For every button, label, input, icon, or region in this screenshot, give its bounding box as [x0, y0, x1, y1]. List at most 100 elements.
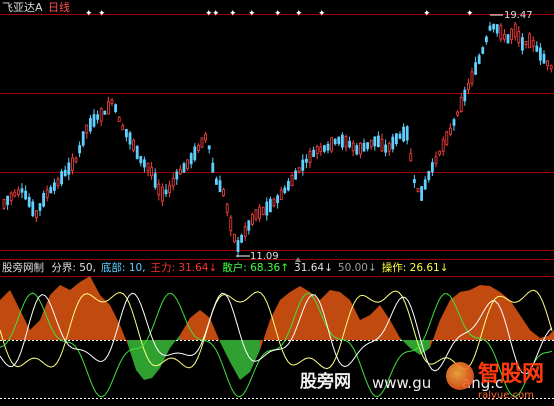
signal-star: ✦ — [423, 9, 431, 19]
candle-body — [132, 139, 136, 151]
candle-body — [117, 116, 121, 123]
legend-item: 操作: 26.61↓ — [382, 262, 449, 274]
candle-body — [92, 114, 96, 127]
candle-body — [175, 171, 179, 180]
fill-segment-positive — [330, 290, 340, 340]
candle-body — [103, 110, 107, 115]
candle-body — [513, 23, 517, 38]
candle-body — [521, 37, 524, 51]
candle-body — [441, 139, 445, 152]
signal-star: ✦ — [229, 9, 237, 19]
legend-key: 散户: — [222, 262, 251, 274]
legend-item: 底部: 10, — [101, 262, 146, 274]
candle-body — [448, 127, 452, 135]
legend-value: 10, — [128, 262, 146, 274]
candle-body — [31, 201, 35, 217]
candle-body — [258, 206, 262, 219]
candle-body — [85, 124, 89, 134]
candle-body — [312, 149, 316, 158]
watermark-brand-url: ralyue.com — [478, 390, 534, 401]
candle-body — [427, 170, 431, 181]
candle-body — [423, 179, 427, 190]
candle-body — [405, 126, 409, 141]
candle-body — [348, 140, 352, 148]
candle-body — [528, 33, 531, 49]
candle-body — [71, 157, 74, 171]
candle-body — [297, 167, 301, 173]
candle-body — [484, 36, 488, 43]
candle-body — [373, 136, 377, 147]
candle-body — [535, 45, 539, 52]
candle-body — [125, 128, 128, 138]
candle-body — [398, 133, 402, 139]
candle-body — [481, 47, 485, 54]
candle-body — [20, 188, 24, 193]
indicator-name[interactable]: 股旁网制 — [2, 262, 44, 274]
candle-body — [384, 144, 388, 153]
stock-name: 飞亚达A — [2, 1, 43, 14]
candle-body — [78, 145, 81, 154]
fill-segment-positive — [470, 285, 480, 340]
candle-body — [495, 24, 499, 34]
legend-value: 68.36↑ — [250, 262, 290, 274]
candle-body — [53, 182, 56, 191]
candle-body — [135, 145, 139, 160]
fill-segment-positive — [340, 292, 350, 340]
candle-body — [63, 169, 67, 177]
candle-body — [81, 131, 85, 146]
candle-body — [358, 142, 362, 155]
candle-body — [56, 178, 60, 187]
candle-body — [45, 189, 49, 198]
legend-item: 分界: 50, — [51, 262, 96, 274]
candle-body — [74, 157, 78, 163]
candle-body — [499, 25, 503, 40]
candle-body — [474, 62, 478, 75]
candle-body — [308, 150, 312, 164]
candle-body — [456, 111, 460, 116]
candle-body — [89, 118, 92, 132]
candle-body — [463, 89, 467, 102]
candle-body — [304, 158, 308, 163]
candle-body — [114, 104, 117, 112]
signal-star: ✦ — [318, 9, 326, 19]
candle-body — [276, 195, 280, 204]
candle-body — [142, 159, 146, 168]
legend-item: 王力: 31.64↓ — [151, 262, 218, 274]
candle-body — [294, 170, 298, 180]
legend-key: 操作: — [381, 262, 410, 274]
fill-segment-negative — [144, 340, 152, 380]
candle-body — [214, 178, 218, 185]
candle-body — [452, 119, 456, 126]
legend-value: 50.00↓ — [337, 262, 377, 274]
candle-body — [157, 183, 161, 196]
candle-body — [49, 187, 53, 194]
candle-body — [394, 133, 398, 145]
period-label[interactable]: 日线 — [48, 1, 70, 14]
high-price-label: 19.47 — [504, 10, 533, 21]
candle-body — [225, 203, 229, 213]
candle-body — [301, 159, 305, 171]
candle-body — [430, 162, 434, 173]
candle-body — [337, 136, 341, 145]
candle-body — [189, 153, 193, 165]
candle-body — [409, 153, 413, 162]
candle-body — [207, 145, 211, 150]
candle-body — [35, 210, 38, 218]
candle-body — [240, 234, 244, 243]
candle-body — [344, 136, 348, 148]
candle-body — [160, 186, 164, 202]
candle-body — [466, 82, 470, 91]
signal-star: ✦ — [466, 9, 474, 19]
candle-body — [319, 146, 323, 152]
legend-key: 分界: — [51, 262, 80, 274]
candle-body — [200, 137, 204, 148]
candle-body — [366, 142, 370, 150]
candle-body — [186, 159, 190, 169]
candle-body — [539, 47, 542, 61]
candle-body — [369, 139, 373, 148]
candle-body — [211, 162, 215, 173]
candle-body — [351, 142, 355, 152]
candle-body — [2, 199, 6, 209]
candle-body — [524, 41, 528, 46]
signal-star: ✦ — [98, 9, 106, 19]
